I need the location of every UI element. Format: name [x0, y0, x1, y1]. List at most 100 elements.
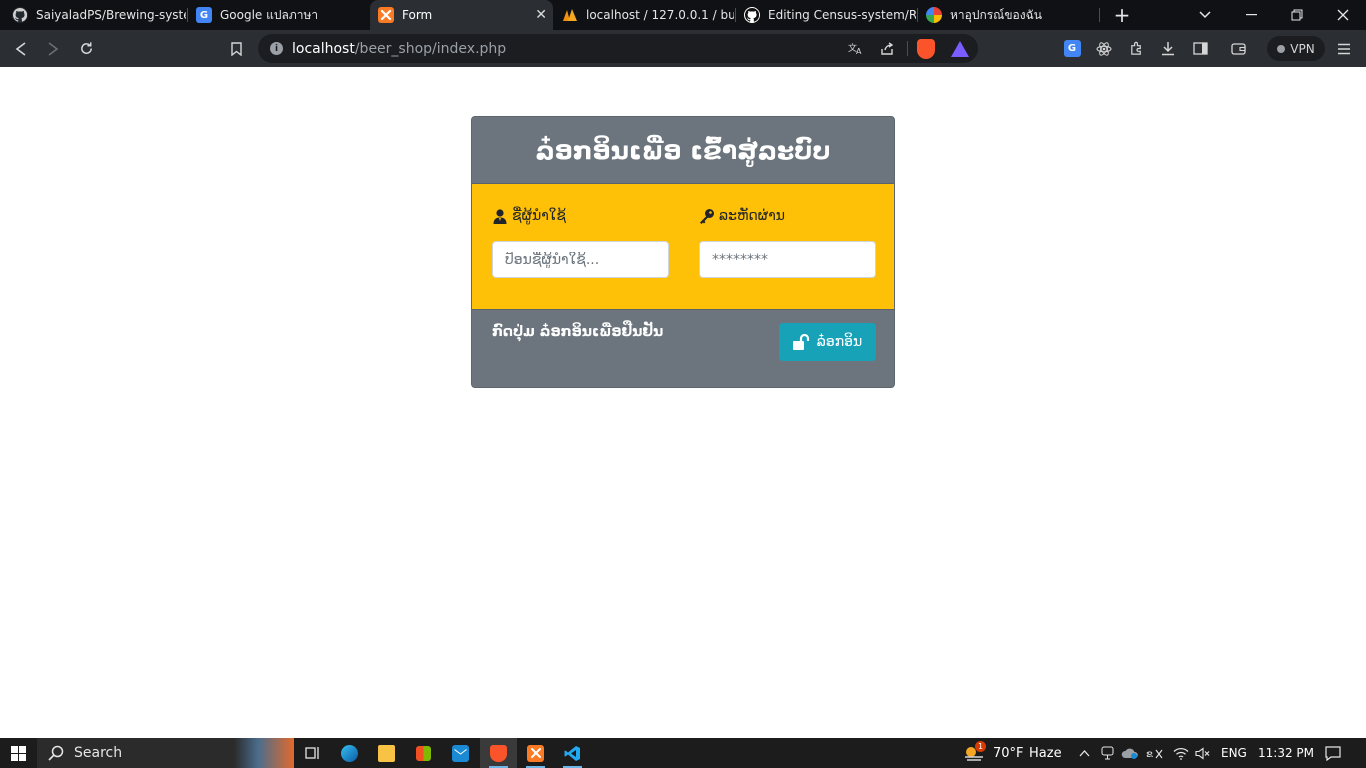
xampp-icon: [378, 7, 394, 23]
site-info-icon[interactable]: i: [270, 42, 283, 55]
password-label-row: ລະຫັດຜ່ານ: [699, 206, 876, 226]
browser-tab-strip: SaiyaladPS/Brewing-system G Google แปลภา…: [0, 0, 1366, 30]
tray-overflow-button[interactable]: [1074, 738, 1094, 768]
main-menu-button[interactable]: [1329, 30, 1359, 67]
tab-search-button[interactable]: [1190, 0, 1220, 30]
tab-label: Form: [402, 8, 433, 22]
new-tab-button[interactable]: +: [1108, 0, 1136, 30]
taskbar-mail[interactable]: [442, 738, 479, 768]
svg-text:A: A: [856, 47, 862, 55]
weather-icon[interactable]: 1: [962, 738, 986, 768]
bookmark-button[interactable]: [221, 30, 251, 67]
input-language[interactable]: ENG: [1221, 738, 1247, 768]
tab-brewing-system[interactable]: SaiyaladPS/Brewing-system: [4, 0, 186, 30]
login-card: ລ໋ອກອິນເພື່ອ ເຂົ້າສູ່ລະບົບ ຊື່ຜູ້ນຳໃຊ້ ລ…: [471, 116, 895, 388]
clock-time[interactable]: 11:32 PM: [1258, 738, 1314, 768]
onedrive-icon[interactable]: [1120, 738, 1140, 768]
store-icon: [416, 745, 431, 761]
reload-button[interactable]: [71, 30, 101, 67]
forward-button[interactable]: [38, 30, 68, 67]
login-button[interactable]: ລ໋ອກອິນ: [779, 323, 876, 361]
tab-label: Editing Census-system/REA: [768, 8, 916, 22]
plus-icon: +: [1113, 3, 1131, 27]
password-input[interactable]: [699, 241, 876, 278]
close-window-button[interactable]: [1328, 0, 1358, 30]
vpn-button[interactable]: VPN: [1267, 36, 1325, 61]
hamburger-menu-icon: [1338, 43, 1350, 54]
extensions-button[interactable]: [1121, 30, 1151, 67]
username-input[interactable]: [492, 241, 669, 278]
notification-center-button[interactable]: [1322, 738, 1344, 768]
phpmyadmin-icon: [562, 7, 578, 23]
google-translate-extension[interactable]: G: [1057, 30, 1087, 67]
google-translate-icon: G: [196, 7, 212, 23]
back-button[interactable]: [6, 30, 36, 67]
username-label: ຊື່ຜູ້ນຳໃຊ້: [512, 208, 567, 224]
vscode-icon: [564, 745, 580, 761]
browser-toolbar: i localhost/beer_shop/index.php 文A G VPN: [0, 30, 1366, 67]
wallet-button[interactable]: [1223, 30, 1253, 67]
tab-form[interactable]: Form ✕: [370, 0, 553, 30]
translate-page-icon[interactable]: 文A: [843, 34, 867, 63]
chevron-up-icon: [1079, 749, 1089, 756]
folder-icon: [378, 744, 395, 762]
tab-phpmyadmin[interactable]: localhost / 127.0.0.1 / buffe: [554, 0, 734, 30]
taskbar-vscode[interactable]: [554, 738, 591, 768]
weather-description[interactable]: Haze: [1029, 738, 1062, 768]
password-label: ລະຫັດຜ່ານ: [719, 208, 785, 224]
taskbar-search[interactable]: Search: [37, 738, 294, 768]
wifi-icon[interactable]: [1171, 738, 1191, 768]
brave-shields-icon[interactable]: [914, 34, 938, 63]
tab-editing-census[interactable]: Editing Census-system/REA: [736, 0, 916, 30]
user-icon: [492, 208, 508, 224]
download-icon: [1162, 42, 1174, 56]
taskbar-file-explorer[interactable]: [368, 738, 405, 768]
downloads-button[interactable]: [1153, 30, 1183, 67]
share-icon[interactable]: [875, 34, 899, 63]
puzzle-icon: [1130, 41, 1141, 55]
tab-find-my-device[interactable]: หาอุปกรณ์ของฉัน: [918, 0, 1098, 30]
github-icon: [12, 7, 28, 23]
react-icon: [1096, 41, 1112, 56]
taskbar-brave[interactable]: [480, 738, 517, 768]
restore-button[interactable]: [1282, 0, 1312, 30]
start-button[interactable]: [0, 738, 37, 768]
search-icon: [48, 745, 64, 761]
search-highlight-image: [234, 738, 294, 768]
login-button-label: ລ໋ອກອິນ: [816, 334, 863, 350]
login-card-header: ລ໋ອກອິນເພື່ອ ເຂົ້າສູ່ລະບົບ: [472, 117, 894, 184]
tab-label: localhost / 127.0.0.1 / buffe: [586, 8, 734, 22]
tab-google-translate[interactable]: G Google แปลภาษา: [188, 0, 366, 30]
minimize-button[interactable]: [1236, 0, 1266, 30]
weather-temperature[interactable]: 70°F: [993, 738, 1024, 768]
close-tab-icon[interactable]: ✕: [535, 7, 547, 23]
search-label: Search: [74, 745, 123, 761]
brave-rewards-icon[interactable]: [948, 34, 972, 63]
task-view-button[interactable]: [294, 738, 331, 768]
taskbar-xampp[interactable]: [517, 738, 554, 768]
react-devtools-extension[interactable]: [1089, 30, 1119, 67]
taskbar-store[interactable]: [405, 738, 442, 768]
minimize-icon: [1245, 14, 1257, 16]
svg-text:ຂ: ຂ: [1146, 749, 1153, 760]
taskbar-edge[interactable]: [331, 738, 368, 768]
address-bar[interactable]: i localhost/beer_shop/index.php 文A: [258, 34, 978, 63]
input-method-icon[interactable]: ຂ: [1145, 738, 1165, 768]
sidebar-icon: [1192, 42, 1208, 55]
login-title: ລ໋ອກອິນເພື່ອ ເຂົ້າສູ່ລະບົບ: [535, 135, 831, 165]
back-arrow-icon: [15, 41, 26, 56]
google-translate-icon: G: [1063, 40, 1081, 57]
notification-icon: [1325, 745, 1341, 761]
tab-label: Google แปลภาษา: [220, 7, 319, 22]
login-hint-text: ກົດປຸ່ມ ລ໋ອກອິນເພື່ອຢືນຢັນ: [492, 324, 664, 340]
password-field-group: ລະຫັດຜ່ານ: [699, 206, 876, 278]
close-icon: [1337, 9, 1349, 21]
volume-muted-icon[interactable]: [1193, 738, 1213, 768]
tab-label: หาอุปกรณ์ของฉัน: [950, 7, 1042, 22]
meet-now-icon[interactable]: [1097, 738, 1117, 768]
key-icon: [699, 208, 715, 224]
login-card-body: ຊື່ຜູ້ນຳໃຊ້ ລະຫັດຜ່ານ: [472, 184, 894, 309]
bookmark-icon: [230, 41, 242, 56]
unlock-icon: [792, 334, 809, 350]
sidebar-button[interactable]: [1185, 30, 1215, 67]
